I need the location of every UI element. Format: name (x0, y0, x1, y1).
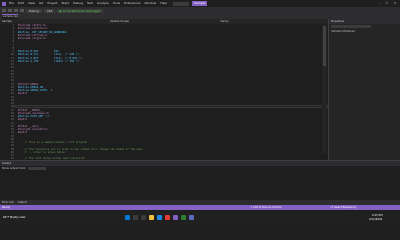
start-icon[interactable] (125, 215, 130, 220)
chrome-icon[interactable] (165, 215, 170, 220)
forward-icon[interactable] (8, 9, 12, 12)
menu-item-test[interactable]: Test (87, 0, 93, 7)
menu-item-build[interactable]: Build (62, 0, 70, 7)
window-controls: – ☐ ✕ (375, 0, 399, 7)
code-editor[interactable]: Sample (Global Scope) main() 1 #include <… (0, 19, 328, 177)
menu-item-help[interactable]: Help (160, 0, 167, 7)
task-view-icon[interactable] (141, 215, 146, 220)
menu-items: File Edit View Git Project Build Debug Test Anal… (9, 0, 171, 7)
menu-item-extensions[interactable]: Extensions (124, 0, 140, 7)
maximize-button[interactable]: ☐ (383, 0, 391, 7)
menu-item-analyze[interactable]: Analyze (97, 0, 109, 7)
output-panel: Output Show output from: (0, 160, 400, 200)
panel-item[interactable]: (Solution Explorer) (329, 29, 400, 34)
edge-icon[interactable] (157, 215, 162, 220)
scrollbar-thumb[interactable] (323, 26, 326, 66)
output-source-label: Show output from: (2, 167, 27, 170)
visual-studio-icon[interactable] (173, 215, 178, 220)
clock-date[interactable]: 2/12/2024 (369, 218, 382, 221)
project-name: Sample (192, 1, 208, 6)
undo-icon[interactable] (20, 9, 24, 12)
search-icon[interactable] (133, 215, 138, 220)
panel-title: Properties (331, 20, 345, 23)
menu-item-tools[interactable]: Tools (113, 0, 120, 7)
clock-time[interactable]: 9:15 PM (372, 214, 382, 217)
output-source-dropdown[interactable] (28, 167, 47, 170)
menu-item-file[interactable]: File (9, 0, 14, 7)
file-explorer-icon[interactable] (149, 215, 154, 220)
close-button[interactable]: ✕ (391, 0, 399, 7)
search-box[interactable] (173, 1, 190, 6)
output-source-row: Show output from: (0, 166, 400, 171)
platform-dropdown[interactable]: x64 (43, 8, 56, 13)
menu-item-debug[interactable]: Debug (73, 0, 83, 7)
panel-search-input[interactable] (331, 25, 371, 28)
windows-taskbar: 64°F Mostly clear 9:15 PM 2/12/2024 (0, 211, 400, 225)
visual-studio-logo-icon (2, 1, 6, 6)
save-icon[interactable] (14, 9, 18, 12)
current-line-highlight (14, 105, 328, 109)
minimize-button[interactable]: – (375, 0, 383, 7)
menu-bar: File Edit View Git Project Build Debug Test Anal… (0, 0, 400, 7)
select-repository[interactable]: ⎇ Select Repository (330, 205, 356, 210)
panel-item-label: (Solution Explorer) (331, 30, 356, 33)
status-ready: Ready (2, 206, 11, 209)
toolbar: Debug x64 ▶ Local Windows Debugger (0, 7, 400, 14)
app-icon[interactable] (181, 215, 186, 220)
menu-item-view[interactable]: View (28, 0, 35, 7)
menu-item-edit[interactable]: Edit (18, 0, 24, 7)
menu-item-window[interactable]: Window (144, 0, 156, 7)
code-lines: 1 #include <stdio.h> 2 #include <stdlib.h> 3… (0, 24, 328, 174)
menu-item-git[interactable]: Git (39, 0, 43, 7)
status-bar: Ready ↑ Add to Source Control ⎇ Select R… (0, 205, 400, 210)
weather-widget[interactable]: 64°F Mostly clear (3, 216, 26, 219)
menu-item-project[interactable]: Project (47, 0, 57, 7)
run-debugger-button[interactable]: ▶ Local Windows Debugger (57, 8, 103, 13)
back-icon[interactable] (2, 9, 6, 12)
app-icon-2[interactable] (189, 215, 194, 220)
properties-panel: Properties (Solution Explorer) (328, 19, 400, 160)
config-dropdown[interactable]: Debug (26, 8, 42, 13)
add-to-source-control[interactable]: ↑ Add to Source Control (250, 205, 281, 210)
